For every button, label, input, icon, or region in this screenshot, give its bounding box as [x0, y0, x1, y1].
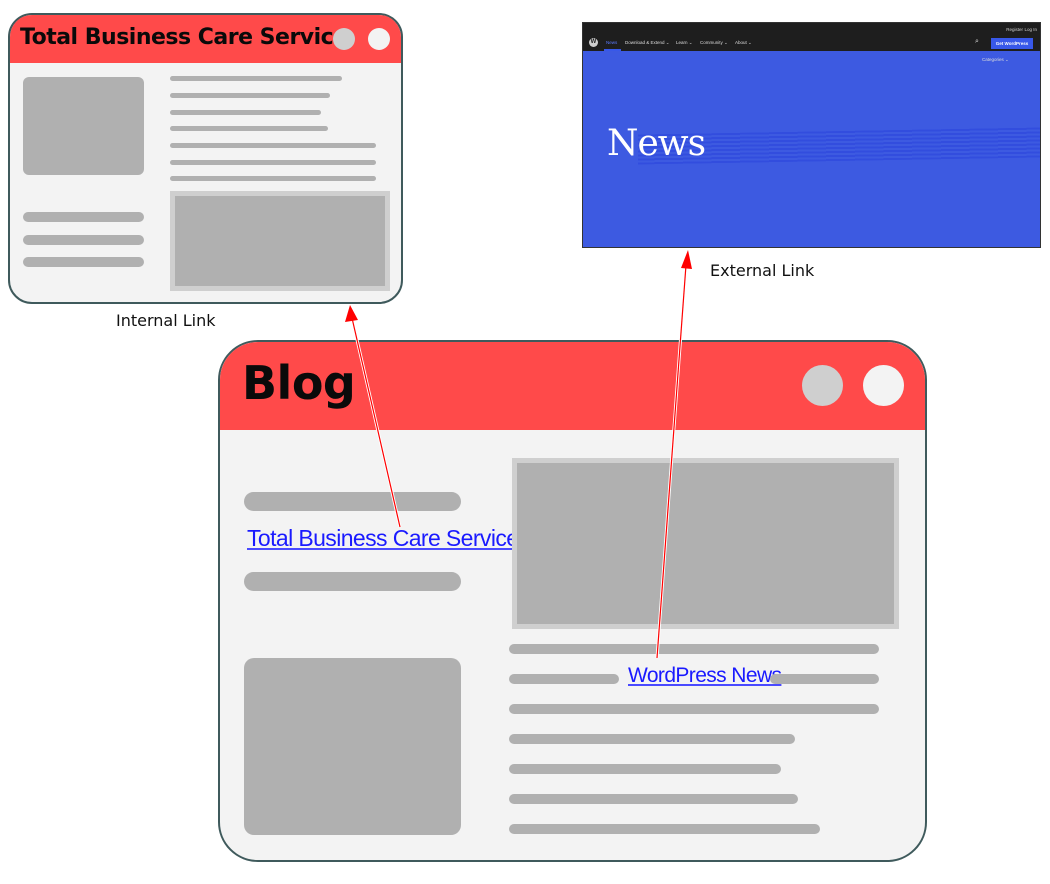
wp-nav-about[interactable]: About ⌄	[735, 40, 752, 46]
white-circle-icon	[368, 28, 390, 50]
text-line-placeholder	[170, 93, 330, 98]
external-page-screenshot: Register Log In W News Download & Extend…	[582, 22, 1041, 248]
image-placeholder	[23, 77, 144, 175]
text-line-placeholder	[770, 674, 879, 684]
external-link[interactable]: WordPress News	[628, 664, 782, 688]
wp-register-link[interactable]: Register	[1006, 27, 1023, 32]
wordpress-logo-icon[interactable]: W	[589, 38, 598, 47]
wp-login-link[interactable]: Log In	[1024, 27, 1037, 32]
arrowhead-icon	[345, 305, 358, 322]
wp-nav-download[interactable]: Download & Extend ⌄	[625, 40, 670, 46]
text-line-placeholder	[170, 160, 376, 165]
featured-image-placeholder	[517, 463, 894, 624]
blog-page-window: Blog Total Business Care Service WordPre…	[218, 340, 927, 862]
internal-link[interactable]: Total Business Care Service	[247, 525, 519, 552]
text-line-placeholder	[170, 143, 376, 148]
text-line-placeholder	[509, 824, 820, 834]
internal-link-caption: Internal Link	[116, 311, 216, 330]
gray-circle-icon	[333, 28, 355, 50]
text-line-placeholder	[509, 674, 619, 684]
wp-nav-news[interactable]: News	[606, 40, 617, 45]
image-placeholder	[244, 658, 461, 835]
text-line-placeholder	[170, 76, 342, 81]
window-title: Total Business Care Service	[20, 25, 348, 50]
wp-nav-learn[interactable]: Learn ⌄	[676, 40, 693, 46]
wp-page-heading: News	[607, 123, 706, 164]
external-link-caption: External Link	[710, 261, 815, 280]
text-line-placeholder	[23, 257, 144, 267]
get-wordpress-button[interactable]: Get WordPress	[991, 38, 1033, 49]
text-line-placeholder	[170, 176, 376, 181]
active-nav-indicator	[604, 49, 621, 51]
wp-nav-community[interactable]: Community ⌄	[700, 40, 728, 46]
title-bar: Total Business Care Service	[10, 15, 401, 63]
text-line-placeholder	[509, 734, 795, 744]
categories-dropdown[interactable]: Categories ⌄	[982, 57, 1009, 63]
window-title: Blog	[242, 356, 356, 410]
text-line-placeholder	[509, 644, 879, 654]
text-line-placeholder	[509, 704, 879, 714]
text-line-placeholder	[244, 572, 461, 591]
text-line-placeholder	[244, 492, 461, 511]
text-line-placeholder	[509, 794, 798, 804]
text-line-placeholder	[170, 126, 328, 131]
wp-header: Register Log In W News Download & Extend…	[583, 23, 1040, 51]
search-icon[interactable]: ⌕	[975, 38, 979, 46]
gray-circle-icon	[802, 365, 843, 406]
text-line-placeholder	[170, 110, 321, 115]
text-line-placeholder	[509, 764, 781, 774]
image-placeholder	[175, 196, 385, 286]
title-bar: Blog	[220, 342, 925, 430]
white-circle-icon	[863, 365, 904, 406]
text-line-placeholder	[23, 212, 144, 222]
arrowhead-icon	[681, 250, 692, 269]
text-line-placeholder	[23, 235, 144, 245]
internal-page-window: Total Business Care Service	[8, 13, 403, 304]
